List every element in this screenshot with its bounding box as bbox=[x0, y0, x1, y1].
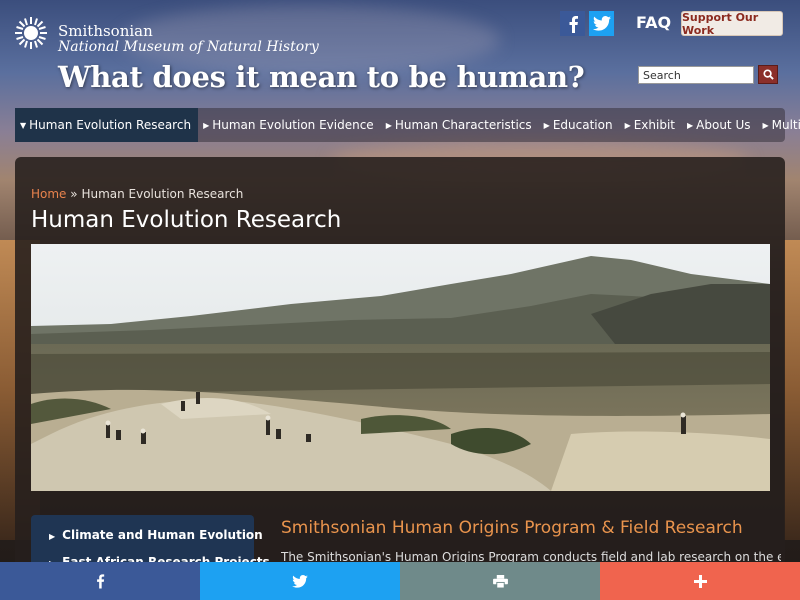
search-input[interactable] bbox=[638, 66, 754, 84]
nav-item-human-evolution-evidence[interactable]: ▶ Human Evolution Evidence bbox=[198, 108, 381, 142]
caret-right-icon: ▶ bbox=[49, 532, 56, 541]
twitter-icon bbox=[592, 16, 611, 31]
nav-item-label: Multimedia bbox=[771, 118, 800, 132]
search-button[interactable] bbox=[758, 65, 778, 84]
hero-landscape-image bbox=[31, 244, 770, 491]
share-twitter-button[interactable] bbox=[200, 562, 400, 600]
faq-link[interactable]: FAQ bbox=[636, 13, 671, 32]
nav-item-multimedia[interactable]: ▶ Multimedia bbox=[757, 108, 800, 142]
logo-smithsonian-text[interactable]: Smithsonian bbox=[58, 22, 153, 40]
nav-item-human-characteristics[interactable]: ▶ Human Characteristics bbox=[381, 108, 539, 142]
site-title[interactable]: What does it mean to be human? bbox=[58, 60, 585, 94]
nav-item-exhibit[interactable]: ▶ Exhibit bbox=[620, 108, 682, 142]
sidebar-item-label: Climate and Human Evolution bbox=[62, 528, 263, 542]
smithsonian-sun-icon[interactable] bbox=[14, 16, 48, 50]
facebook-link[interactable] bbox=[560, 11, 585, 36]
breadcrumb-home-link[interactable]: Home bbox=[31, 187, 66, 201]
logo-museum-text[interactable]: National Museum of Natural History bbox=[58, 39, 319, 55]
main-navigation: ▼ Human Evolution Research ▶ Human Evolu… bbox=[15, 108, 800, 142]
right-grass-backdrop bbox=[784, 240, 800, 540]
nav-item-label: Education bbox=[552, 118, 613, 132]
twitter-link[interactable] bbox=[589, 11, 614, 36]
breadcrumb-current: Human Evolution Research bbox=[81, 187, 244, 201]
sidebar-item-climate-and-human-evolution[interactable]: ▶ Climate and Human Evolution bbox=[49, 528, 263, 542]
facebook-icon bbox=[97, 574, 105, 589]
nav-item-human-evolution-research[interactable]: ▼ Human Evolution Research bbox=[15, 108, 199, 142]
caret-right-icon: ▶ bbox=[687, 120, 694, 130]
nav-item-label: About Us bbox=[696, 118, 751, 132]
nav-item-label: Exhibit bbox=[633, 118, 675, 132]
nav-item-about-us[interactable]: ▶ About Us bbox=[682, 108, 757, 142]
caret-right-icon: ▶ bbox=[762, 120, 769, 130]
share-facebook-button[interactable] bbox=[0, 562, 200, 600]
share-bar bbox=[0, 562, 800, 600]
caret-right-icon: ▶ bbox=[543, 120, 550, 130]
share-print-button[interactable] bbox=[400, 562, 600, 600]
excavation-landscape-illustration bbox=[31, 244, 770, 491]
nav-item-education[interactable]: ▶ Education bbox=[539, 108, 620, 142]
nav-item-label: Human Evolution Evidence bbox=[212, 118, 374, 132]
caret-down-icon: ▼ bbox=[20, 120, 27, 130]
caret-right-icon: ▶ bbox=[203, 120, 210, 130]
twitter-icon bbox=[292, 574, 308, 588]
nav-item-label: Human Evolution Research bbox=[29, 118, 192, 132]
plus-icon bbox=[693, 574, 707, 588]
caret-right-icon: ▶ bbox=[385, 120, 392, 130]
section-title: Smithsonian Human Origins Program & Fiel… bbox=[281, 518, 743, 538]
breadcrumb-separator: » bbox=[70, 187, 78, 201]
facebook-icon bbox=[569, 15, 578, 33]
caret-right-icon: ▶ bbox=[624, 120, 631, 130]
search-icon bbox=[762, 69, 774, 80]
support-our-work-button[interactable]: Support Our Work bbox=[681, 11, 783, 37]
breadcrumb: Home » Human Evolution Research bbox=[31, 187, 243, 201]
page-title: Human Evolution Research bbox=[31, 207, 342, 233]
print-icon bbox=[492, 574, 508, 588]
share-more-button[interactable] bbox=[600, 562, 800, 600]
nav-item-label: Human Characteristics bbox=[394, 118, 532, 132]
